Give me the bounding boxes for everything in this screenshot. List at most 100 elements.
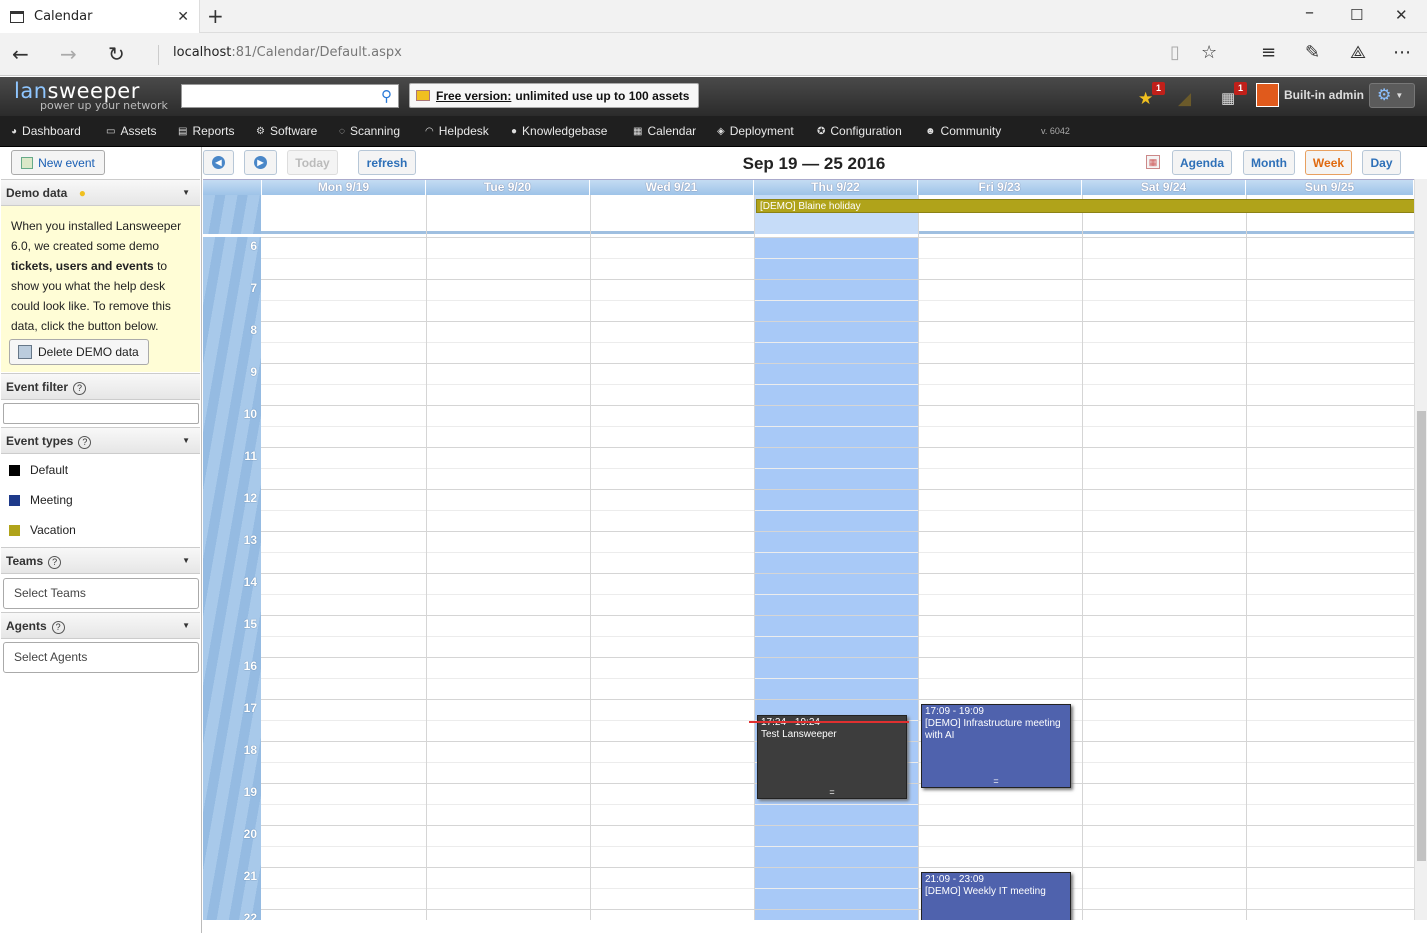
search-icon[interactable]: ⚲ <box>381 87 392 105</box>
event-weekly-it-meeting[interactable]: 21:09 - 23:09 [DEMO] Weekly IT meeting <box>921 872 1071 920</box>
collapse-arrow-icon[interactable]: ▼ <box>182 613 190 639</box>
forward-icon[interactable]: → <box>60 42 77 66</box>
help-icon[interactable]: ? <box>51 621 65 634</box>
half-hour-line <box>261 888 1414 889</box>
week-view-button[interactable]: Week <box>1305 150 1352 175</box>
nav-calendar[interactable]: ▦ Calendar <box>633 124 696 138</box>
favorite-star-icon[interactable]: ☆ <box>1201 42 1217 63</box>
maximize-icon[interactable]: ☐ <box>1350 6 1363 24</box>
all-day-event[interactable]: [DEMO] Blaine holiday <box>756 199 1416 213</box>
calendar-scrollbar[interactable] <box>1414 179 1427 920</box>
event-time: 21:09 - 23:09 <box>925 874 984 885</box>
collapse-arrow-icon[interactable]: ▼ <box>182 180 190 206</box>
calendar-icon: ▦ <box>633 125 643 137</box>
hour-label: 7 <box>250 281 257 295</box>
teams-header[interactable]: Teams? ▼ <box>1 547 200 574</box>
nav-dashboard[interactable]: ◕ Dashboard <box>11 124 81 138</box>
collapse-arrow-icon[interactable]: ▼ <box>182 548 190 574</box>
half-hour-line <box>261 426 1414 427</box>
hour-label: 11 <box>244 449 257 463</box>
event-type-vacation[interactable]: Vacation <box>9 523 76 537</box>
star-icon[interactable]: ★ <box>1138 89 1153 109</box>
main-nav: ◕ Dashboard ▭ Assets ▤ Reports ⚙ Software ◌ S… <box>0 116 1427 147</box>
event-filter-input[interactable] <box>3 403 199 424</box>
event-type-meeting[interactable]: Meeting <box>9 493 73 507</box>
scrollbar-thumb[interactable] <box>1417 411 1426 861</box>
window-close-icon[interactable]: ✕ <box>1395 6 1408 24</box>
free-version-link[interactable]: Free version: <box>436 89 511 103</box>
hour-line <box>261 867 1414 868</box>
close-tab-icon[interactable]: ✕ <box>177 8 189 25</box>
minimize-icon[interactable]: – <box>1305 2 1314 23</box>
search-input[interactable]: ⚲ <box>181 84 399 108</box>
agenda-view-button[interactable]: Agenda <box>1172 150 1232 175</box>
event-test-lansweeper[interactable]: 17:24 - 19:24 Test Lansweeper = <box>757 715 907 799</box>
reading-view-icon[interactable]: ▯ <box>1170 42 1180 63</box>
calendar-view-icon[interactable]: ▦ <box>1146 155 1160 169</box>
day-header-mon[interactable]: Mon 9/19 <box>262 180 426 195</box>
refresh-icon[interactable]: ↻ <box>108 42 125 66</box>
back-icon[interactable]: ← <box>12 42 29 66</box>
share-icon[interactable]: ⟁ <box>1350 42 1366 63</box>
resize-handle-icon[interactable]: = <box>758 788 906 797</box>
nav-deployment[interactable]: ◈ Deployment <box>717 124 794 138</box>
day-header-tue[interactable]: Tue 9/20 <box>426 180 590 195</box>
hour-label: 18 <box>243 743 257 757</box>
help-icon[interactable]: ? <box>78 436 92 449</box>
url-field[interactable]: localhost:81/Calendar/Default.aspx <box>158 45 402 65</box>
browser-tab[interactable]: Calendar ✕ <box>0 0 200 33</box>
today-button[interactable]: Today <box>287 150 338 175</box>
version-label: v. 6042 <box>1041 126 1070 136</box>
day-view-button[interactable]: Day <box>1362 150 1401 175</box>
nav-assets[interactable]: ▭ Assets <box>106 124 156 138</box>
hour-line <box>261 531 1414 532</box>
day-header-wed[interactable]: Wed 9/21 <box>590 180 754 195</box>
day-header-fri[interactable]: Fri 9/23 <box>918 180 1082 195</box>
more-icon[interactable]: ⋯ <box>1393 42 1411 63</box>
agents-header[interactable]: Agents? ▼ <box>1 612 200 639</box>
half-hour-line <box>261 258 1414 259</box>
hub-icon[interactable]: ≡ <box>1261 42 1276 63</box>
nav-reports[interactable]: ▤ Reports <box>178 124 234 138</box>
delete-demo-button[interactable]: Delete DEMO data <box>9 339 149 365</box>
demo-data-header[interactable]: Demo data ● ▼ <box>1 179 200 206</box>
month-view-button[interactable]: Month <box>1243 150 1295 175</box>
prev-week-button[interactable]: ◀ <box>203 150 234 175</box>
half-hour-line <box>261 636 1414 637</box>
day-header-thu[interactable]: Thu 9/22 <box>754 180 918 195</box>
scanning-icon: ◌ <box>339 125 345 137</box>
event-type-default[interactable]: Default <box>9 463 68 477</box>
hour-label: 22 <box>243 911 257 920</box>
nav-scanning[interactable]: ◌ Scanning <box>339 124 400 138</box>
broom-icon[interactable]: ◢ <box>1178 89 1191 109</box>
username[interactable]: Built-in admin <box>1284 88 1364 102</box>
refresh-button[interactable]: refresh <box>358 150 416 175</box>
week-calendar: Mon 9/19 Tue 9/20 Wed 9/21 Thu 9/22 Fri … <box>203 179 1427 920</box>
hour-line <box>261 447 1414 448</box>
community-icon: ☻ <box>925 125 936 137</box>
teams-select[interactable]: Select Teams <box>3 578 199 609</box>
event-types-header[interactable]: Event types? ▼ <box>1 427 200 454</box>
new-tab-icon[interactable]: + <box>207 4 224 28</box>
free-version-banner[interactable]: Free version: unlimited use up to 100 as… <box>409 83 699 108</box>
nav-community[interactable]: ☻ Community <box>925 124 1001 138</box>
settings-button[interactable]: ⚙ ▼ <box>1369 83 1415 108</box>
avatar[interactable] <box>1256 83 1279 107</box>
nav-configuration[interactable]: ✪ Configuration <box>817 124 902 138</box>
help-icon[interactable]: ? <box>73 382 87 395</box>
agents-select[interactable]: Select Agents <box>3 642 199 673</box>
event-infrastructure-meeting[interactable]: 17:09 - 19:09 [DEMO] Infrastructure meet… <box>921 704 1071 788</box>
nav-helpdesk[interactable]: ◠ Helpdesk <box>425 124 489 138</box>
web-note-icon[interactable]: ✎ <box>1305 42 1320 63</box>
new-event-button[interactable]: New event <box>11 150 105 175</box>
day-header-sun[interactable]: Sun 9/25 <box>1246 180 1414 195</box>
nav-software[interactable]: ⚙ Software <box>256 124 317 138</box>
day-header-sat[interactable]: Sat 9/24 <box>1082 180 1246 195</box>
day-separator <box>590 195 591 920</box>
help-icon[interactable]: ? <box>48 556 62 569</box>
hour-label: 13 <box>243 533 257 547</box>
collapse-arrow-icon[interactable]: ▼ <box>182 428 190 454</box>
resize-handle-icon[interactable]: = <box>922 777 1070 786</box>
next-week-button[interactable]: ▶ <box>244 150 277 175</box>
nav-knowledgebase[interactable]: ● Knowledgebase <box>511 124 607 138</box>
